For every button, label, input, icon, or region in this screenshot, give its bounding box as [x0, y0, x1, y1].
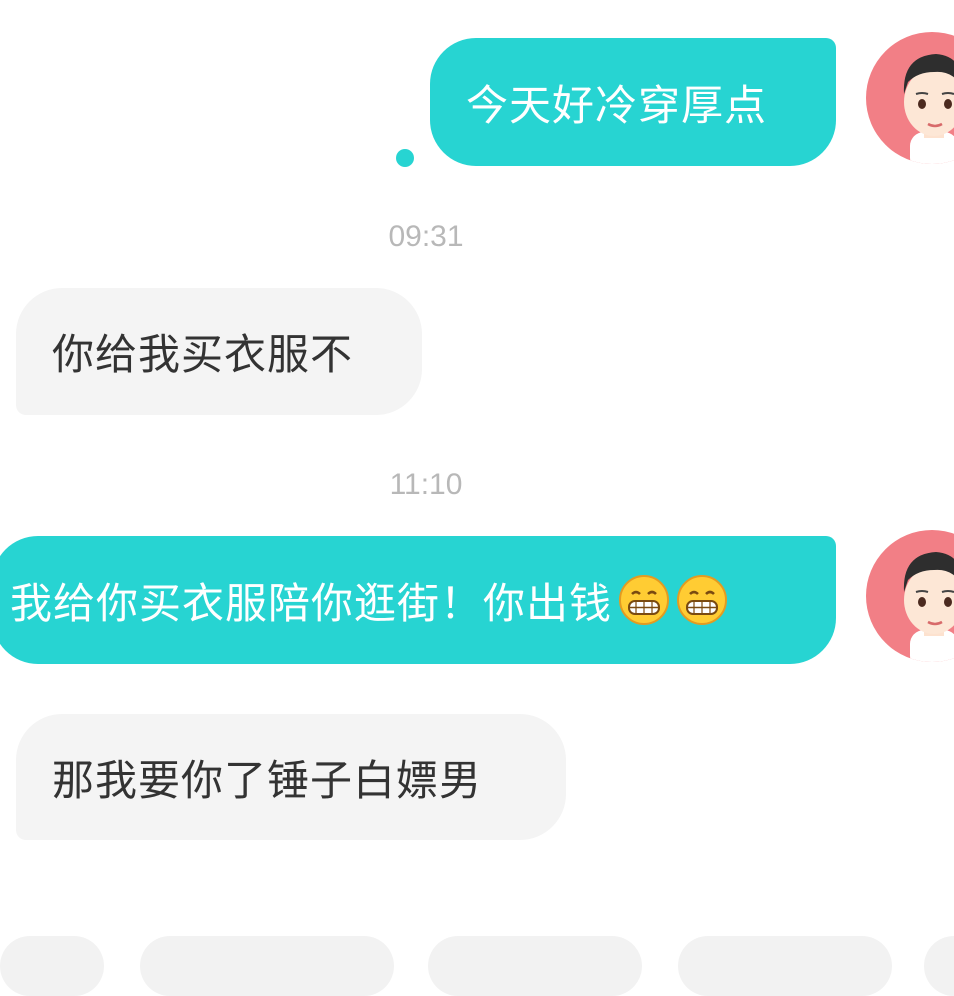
message-timestamp: 09:31 [388, 220, 464, 253]
cartoon-boy-avatar-icon [903, 54, 954, 164]
message-text: 那我要你了锤子白嫖男 [52, 755, 483, 805]
grinning-face-emoji-icon [677, 575, 728, 625]
message-timestamp: 11:10 [389, 468, 463, 501]
outgoing-message-bubble[interactable]: 我给你买衣服陪你逛街！你出钱 [0, 536, 836, 664]
incoming-message-bubble[interactable]: 你给我买衣服不 [16, 288, 422, 415]
avatar[interactable] [866, 32, 954, 164]
cartoon-boy-avatar-icon [903, 552, 954, 662]
quick-reply-chip[interactable] [924, 936, 954, 996]
message-text: 我给你买衣服陪你逛街！你出钱 [10, 578, 613, 628]
quick-reply-chip[interactable] [428, 936, 642, 996]
unread-dot-icon [396, 149, 414, 167]
quick-reply-chip[interactable] [140, 936, 394, 996]
quick-reply-chip[interactable] [0, 936, 104, 996]
avatar[interactable] [866, 530, 954, 662]
grinning-face-emoji-icon [619, 575, 670, 625]
message-text: 你给我买衣服不 [52, 330, 354, 379]
outgoing-message-bubble[interactable]: 今天好冷穿厚点 [430, 38, 836, 166]
quick-reply-chip[interactable] [678, 936, 892, 996]
incoming-message-bubble[interactable]: 那我要你了锤子白嫖男 [16, 714, 566, 840]
message-text: 今天好冷穿厚点 [466, 80, 768, 130]
